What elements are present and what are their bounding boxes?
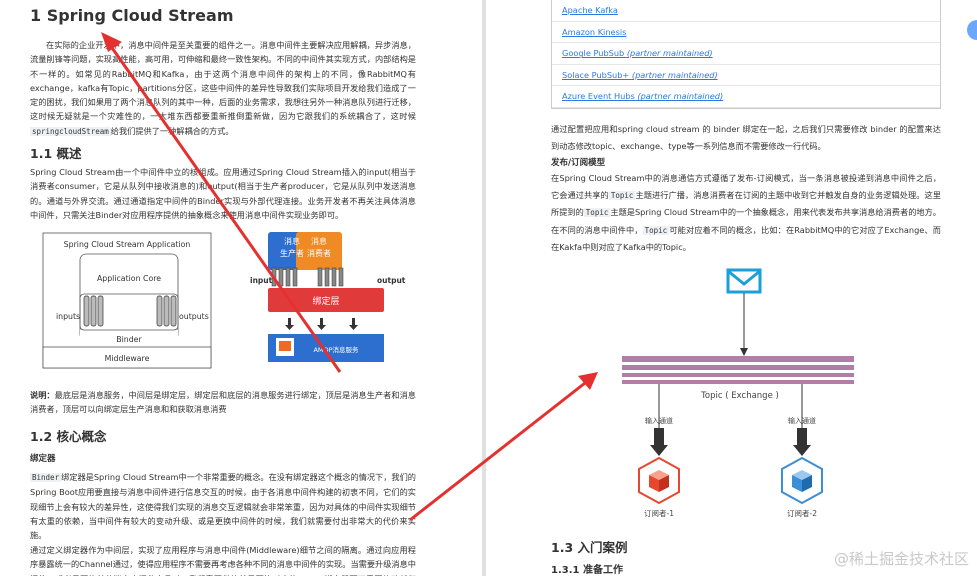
figure-note: 说明：最底层是消息服务，中间层是绑定层，绑定层和底层的消息服务进行绑定，顶层是消… (30, 390, 416, 415)
section-heading-1-3: 1.3 入门案例 (551, 540, 628, 555)
inline-code: springcloudStream (30, 126, 111, 136)
binder-link-3[interactable]: Solace PubSub+ (partner maintained) (552, 65, 940, 87)
svg-text:生产者: 生产者 (280, 248, 304, 258)
right-page: Apache Kafka Amazon Kinesis Google PubSub … (486, 0, 977, 576)
scroll-anchor-button[interactable] (967, 20, 977, 40)
pubsub-heading: 发布/订阅模型 (551, 158, 606, 168)
fig-core-label: Application Core (97, 274, 161, 283)
watermark: @稀土掘金技术社区 (833, 550, 969, 568)
binder-link-1[interactable]: Amazon Kinesis (552, 22, 940, 44)
subscriber-1-label: 订阅者-1 (644, 508, 674, 518)
subscriber-2-icon (781, 456, 823, 505)
fig-binding-label: 绑定层 (312, 295, 339, 307)
fig-producer-label: 消息 (284, 236, 300, 246)
fig-binder-label: Binder (116, 335, 142, 344)
subscriber-1-icon (638, 456, 680, 505)
svg-text:消费者: 消费者 (307, 248, 331, 258)
subscriber-2-label: 订阅者-2 (787, 508, 817, 518)
section-heading-1-1: 1.1 概述 (30, 146, 82, 161)
section-heading-1-2: 1.2 核心概念 (30, 429, 107, 444)
stream-architecture-figure: Spring Cloud Stream Application Applicat… (42, 232, 212, 369)
fig-inputs-label: inputs (56, 312, 80, 321)
intro-paragraph: 在实际的企业开发中，消息中间件是至关重要的组件之一。消息中间件主要解决应用解耦，… (30, 40, 416, 136)
channel-1-label: 输入通道 (645, 416, 673, 425)
fig-middleware-label: Middleware (105, 354, 150, 363)
binder-list-table: Apache Kafka Amazon Kinesis Google PubSub … (551, 0, 941, 109)
fig-mq-label: AMQP消息服务 (313, 345, 359, 354)
envelope-icon (726, 268, 762, 294)
binder-link-2[interactable]: Google PubSub (partner maintained) (552, 43, 940, 65)
fig-consumer-label: 消息 (311, 236, 327, 246)
section-heading-1-3-1: 1.3.1 准备工作 (551, 565, 623, 576)
fig-input-label: input (250, 276, 273, 285)
binder-link-4[interactable]: Azure Event Hubs (partner maintained) (552, 86, 940, 108)
binder-paragraph: Binder 绑定器是Spring Cloud Stream中一个非常重要的概念。… (30, 472, 416, 541)
overview-paragraph: Spring Cloud Stream由一个中间件中立的核组成。应用通过Spri… (30, 167, 416, 220)
left-page: 1 Spring Cloud Stream 在实际的企业开发中，消息中间件是至关… (0, 0, 482, 576)
topic-pipe (622, 356, 854, 384)
binder-paragraph-2: 通过定义绑定器作为中间层，实现了应用程序与消息中间件(Middleware)细节… (30, 545, 416, 576)
fig-app-label: Spring Cloud Stream Application (64, 240, 191, 249)
fig-outputs-label: outputs (179, 312, 209, 321)
page-title: 1 Spring Cloud Stream (30, 6, 234, 25)
channel-2-label: 输入通道 (788, 416, 816, 425)
config-paragraph: 通过配置把应用和spring cloud stream 的 binder 绑定在… (551, 124, 941, 151)
pubsub-diagram: Topic ( Exchange ) 输入通道 输入通道 订阅者-1 订阅者-2 (622, 268, 854, 518)
fig-output-label: output (377, 276, 406, 285)
binding-layer-figure: 消息 生产者 消息 消费者 input output 绑定层 AMQP消息服务 (246, 230, 412, 370)
pubsub-paragraph: 在Spring Cloud Stream中的消息通信方式遵循了发布-订阅模式，当… (551, 173, 941, 252)
binder-heading: 绑定器 (30, 454, 56, 464)
binder-link-0[interactable]: Apache Kafka (552, 0, 940, 22)
topic-label: Topic ( Exchange ) (700, 391, 779, 401)
